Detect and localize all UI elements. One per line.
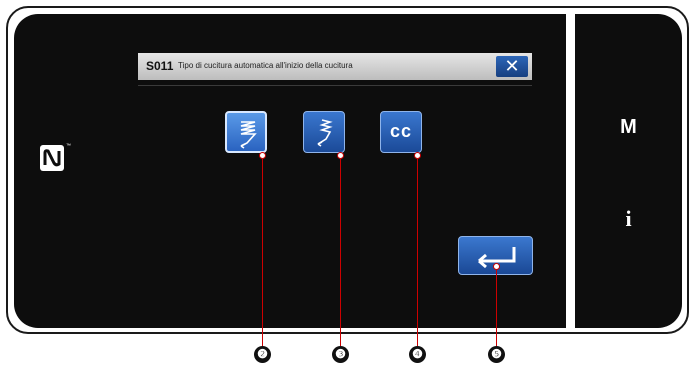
callout-marker-4: ❹ xyxy=(409,346,426,363)
dialog-titlebar: S011 Tipo di cucitura automatica all'ini… xyxy=(138,53,532,80)
callout-marker-2: ❷ xyxy=(254,346,271,363)
callout-dot-5 xyxy=(493,263,500,270)
m-button-label[interactable]: M xyxy=(575,116,682,139)
callout-dot-2 xyxy=(259,152,266,159)
close-icon: ✕ xyxy=(504,56,520,76)
dialog-title: Tipo di cucitura automatica all'inizio d… xyxy=(178,61,353,70)
info-button-label[interactable]: i xyxy=(575,206,682,232)
close-button[interactable]: ✕ xyxy=(496,56,528,77)
dialog-divider xyxy=(138,85,532,86)
single-backtack-stitch-icon xyxy=(317,119,333,147)
callout-marker-5: ❺ xyxy=(488,346,505,363)
dialog-code: S011 xyxy=(146,59,174,73)
nfc-icon xyxy=(40,145,64,171)
single-backtack-option-button[interactable] xyxy=(303,111,345,153)
callout-line-4 xyxy=(417,156,418,347)
callout-dot-3 xyxy=(337,152,344,159)
side-panel xyxy=(575,14,682,328)
backtack-stitch-icon xyxy=(240,121,257,149)
callout-line-5 xyxy=(496,267,497,347)
nfc-trademark: ™ xyxy=(66,143,71,149)
callout-line-3 xyxy=(340,156,341,347)
backtack-option-button[interactable] xyxy=(225,111,267,153)
cc-text-icon: cc xyxy=(389,121,413,141)
callout-marker-3: ❸ xyxy=(332,346,349,363)
cc-option-button[interactable]: cc xyxy=(380,111,422,153)
callout-dot-4 xyxy=(414,152,421,159)
callout-line-2 xyxy=(262,156,263,347)
